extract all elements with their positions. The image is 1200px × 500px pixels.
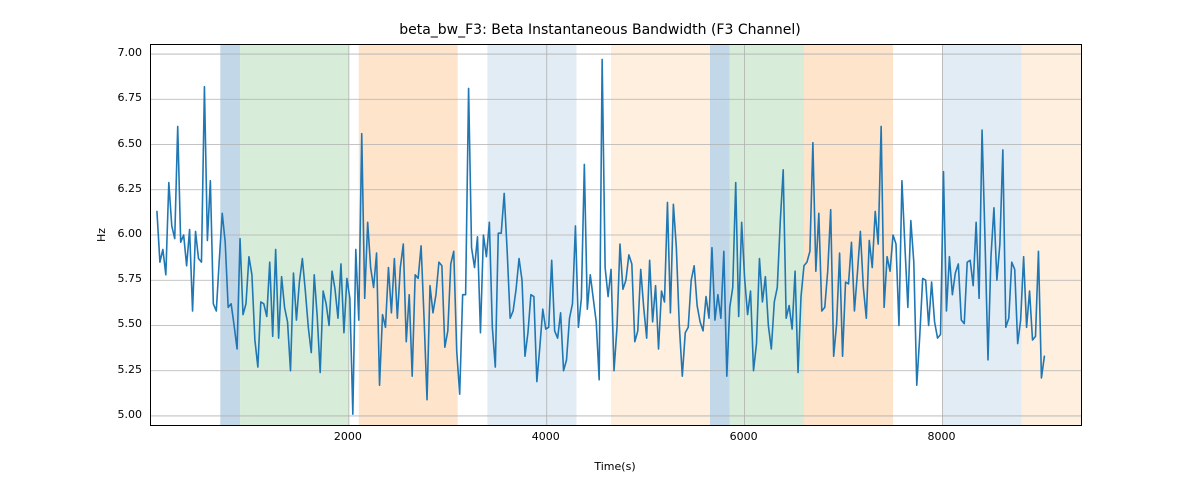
figure: beta_bw_F3: Beta Instantaneous Bandwidth… bbox=[0, 0, 1200, 500]
y-tick-label: 5.25 bbox=[118, 363, 143, 376]
y-tick-label: 6.75 bbox=[118, 91, 143, 104]
plot-area bbox=[150, 44, 1082, 426]
x-tick-label: 4000 bbox=[531, 430, 561, 443]
x-axis-label: Time(s) bbox=[150, 460, 1080, 473]
x-tick-label: 2000 bbox=[333, 430, 363, 443]
x-tick-label: 8000 bbox=[926, 430, 956, 443]
y-tick-label: 6.50 bbox=[118, 137, 143, 150]
y-tick-label: 5.75 bbox=[118, 272, 143, 285]
y-tick-label: 6.25 bbox=[118, 182, 143, 195]
y-tick-label: 7.00 bbox=[118, 46, 143, 59]
axes-svg bbox=[151, 45, 1081, 425]
y-tick-label: 5.00 bbox=[118, 408, 143, 421]
y-tick-label: 6.00 bbox=[118, 227, 143, 240]
chart-title: beta_bw_F3: Beta Instantaneous Bandwidth… bbox=[0, 22, 1200, 38]
x-tick-label: 6000 bbox=[729, 430, 759, 443]
y-axis-label: Hz bbox=[95, 228, 108, 242]
y-tick-label: 5.50 bbox=[118, 317, 143, 330]
